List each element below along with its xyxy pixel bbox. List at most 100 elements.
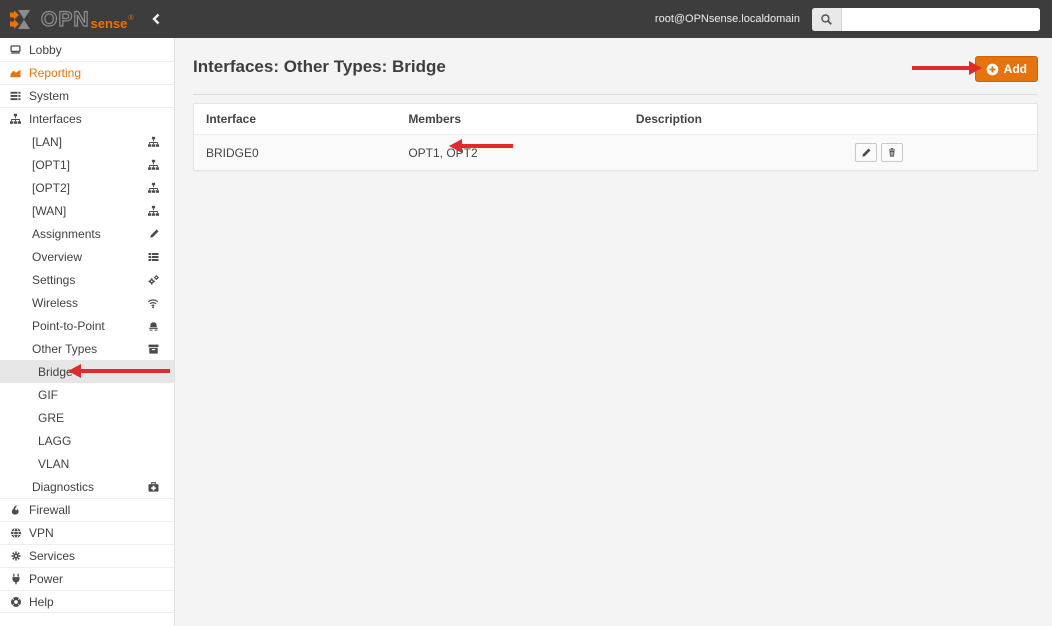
top-bar: OPN sense ® root@OPNsense.localdomain xyxy=(0,0,1052,38)
sidebar-item-opt1[interactable]: [OPT1] xyxy=(0,153,174,176)
table-header-row: Interface Members Description xyxy=(194,104,1037,136)
sidebar-item-vpn[interactable]: VPN xyxy=(0,521,174,544)
column-header-members[interactable]: Members xyxy=(396,104,624,136)
logged-in-user: root@OPNsense.localdomain xyxy=(654,13,800,25)
plug-icon xyxy=(8,573,23,585)
top-bar-right: root@OPNsense.localdomain xyxy=(654,7,1052,31)
sidebar-item-label: LAGG xyxy=(38,433,72,448)
page-title: Interfaces: Other Types: Bridge xyxy=(193,57,446,76)
sidebar-item-label: Lobby xyxy=(29,42,62,57)
sidebar-item-label: Overview xyxy=(32,249,83,264)
column-header-description[interactable]: Description xyxy=(623,104,844,136)
sidebar-item-diagnostics[interactable]: Diagnostics xyxy=(0,475,174,498)
sitemap-icon xyxy=(147,159,160,171)
sidebar-item-label: [OPT2] xyxy=(32,180,71,195)
plus-circle-icon xyxy=(986,63,999,76)
sidebar-item-settings[interactable]: Settings xyxy=(0,268,174,291)
sidebar-item-label: Bridge xyxy=(38,364,73,379)
sidebar-item-lobby[interactable]: Lobby xyxy=(0,38,174,61)
sidebar-item-label: Assignments xyxy=(32,226,101,241)
sitemap-icon xyxy=(147,205,160,217)
search-input[interactable] xyxy=(842,7,1040,31)
sidebar-item-power[interactable]: Power xyxy=(0,567,174,590)
interface-cell: BRIDGE0 xyxy=(194,134,397,171)
sidebar-item-lan[interactable]: [LAN] xyxy=(0,130,174,153)
globe-icon xyxy=(8,527,23,539)
desktop-icon xyxy=(8,44,23,56)
sidebar-item-firewall[interactable]: Firewall xyxy=(0,498,174,521)
sidebar-item-label: System xyxy=(29,89,70,103)
sidebar-item-point-to-point[interactable]: Point-to-Point xyxy=(0,314,174,337)
gears-icon xyxy=(147,274,160,286)
sidebar-item-label: Point-to-Point xyxy=(32,318,105,333)
main-content: Interfaces: Other Types: Bridge Add Inte… xyxy=(175,38,1052,626)
add-button-label: Add xyxy=(1003,62,1027,76)
sidebar-item-opt2[interactable]: [OPT2] xyxy=(0,176,174,199)
sidebar-item-label: VPN xyxy=(29,526,54,540)
archive-icon xyxy=(147,343,160,355)
pencil-icon xyxy=(861,147,872,158)
sidebar-item-label: Power xyxy=(29,572,64,586)
area-chart-icon xyxy=(8,67,23,79)
sidebar-item-other-types[interactable]: Other Types xyxy=(0,337,174,360)
pencil-icon xyxy=(149,228,160,239)
column-header-interface[interactable]: Interface xyxy=(194,104,397,136)
sidebar-item-label: Interfaces xyxy=(29,112,82,126)
sidebar-item-assignments[interactable]: Assignments xyxy=(0,222,174,245)
sidebar-item-label: Wireless xyxy=(32,295,79,310)
global-search xyxy=(812,7,1040,31)
search-icon xyxy=(812,7,842,31)
modem-icon xyxy=(147,320,160,332)
sidebar-item-services[interactable]: Services xyxy=(0,544,174,567)
sidebar-item-bridge[interactable]: Bridge xyxy=(0,360,174,383)
sidebar-item-vlan[interactable]: VLAN xyxy=(0,452,174,475)
bridge-table: Interface Members Description BRIDGE0 OPT1,… xyxy=(194,104,1037,171)
sidebar-item-label: GIF xyxy=(38,387,58,402)
members-cell: OPT1, OPT2 xyxy=(396,134,624,171)
sidebar-item-wireless[interactable]: Wireless xyxy=(0,291,174,314)
title-divider xyxy=(193,94,1038,96)
fire-icon xyxy=(8,504,23,516)
brand-text-opn: OPN xyxy=(40,7,90,31)
edit-button[interactable] xyxy=(855,143,878,163)
sidebar-item-gif[interactable]: GIF xyxy=(0,383,174,406)
bridge-table-panel: Interface Members Description BRIDGE0 OPT1,… xyxy=(193,103,1038,172)
sidebar-item-label: [LAN] xyxy=(32,134,63,149)
sidebar-item-label: [WAN] xyxy=(32,203,67,218)
sidebar-item-lagg[interactable]: LAGG xyxy=(0,429,174,452)
sidebar-item-gre[interactable]: GRE xyxy=(0,406,174,429)
life-ring-icon xyxy=(8,596,23,608)
sitemap-icon xyxy=(147,136,160,148)
th-list-icon xyxy=(147,251,160,263)
sidebar-item-label: Settings xyxy=(32,272,76,287)
sidebar-item-help[interactable]: Help xyxy=(0,590,174,613)
sidebar-item-interfaces[interactable]: Interfaces xyxy=(0,107,174,130)
tasks-icon xyxy=(8,90,23,102)
sidebar-item-label: GRE xyxy=(38,410,65,425)
brand-text-sense: sense xyxy=(90,15,128,31)
sitemap-icon xyxy=(147,182,160,194)
gear-icon xyxy=(8,550,23,562)
description-cell xyxy=(623,134,844,171)
actions-cell xyxy=(843,134,1037,171)
sidebar-item-label: Reporting xyxy=(29,66,82,80)
sidebar: Lobby Reporting System Interfaces [LAN] [OPT1… xyxy=(0,38,175,626)
sidebar-item-label: Firewall xyxy=(29,503,71,517)
screen: OPN sense ® root@OPNsense.localdomain Lo… xyxy=(0,0,1052,626)
sidebar-item-label: Other Types xyxy=(32,341,98,356)
sidebar-item-label: [OPT1] xyxy=(32,157,71,172)
wifi-icon xyxy=(146,297,160,309)
delete-button[interactable] xyxy=(881,143,904,163)
registered-mark: ® xyxy=(128,14,134,22)
sidebar-item-label: Diagnostics xyxy=(32,479,95,494)
sidebar-item-reporting[interactable]: Reporting xyxy=(0,61,174,84)
sidebar-item-wan[interactable]: [WAN] xyxy=(0,199,174,222)
opnsense-logo[interactable]: OPN sense ® xyxy=(0,7,134,32)
sidebar-item-overview[interactable]: Overview xyxy=(0,245,174,268)
sidebar-collapse-chevron-left-icon[interactable] xyxy=(150,12,162,26)
sidebar-item-system[interactable]: System xyxy=(0,84,174,107)
table-row: BRIDGE0 OPT1, OPT2 xyxy=(194,134,1037,171)
opnsense-logo-icon xyxy=(9,7,36,32)
column-header-actions xyxy=(843,104,1037,136)
add-button[interactable]: Add xyxy=(974,56,1038,82)
